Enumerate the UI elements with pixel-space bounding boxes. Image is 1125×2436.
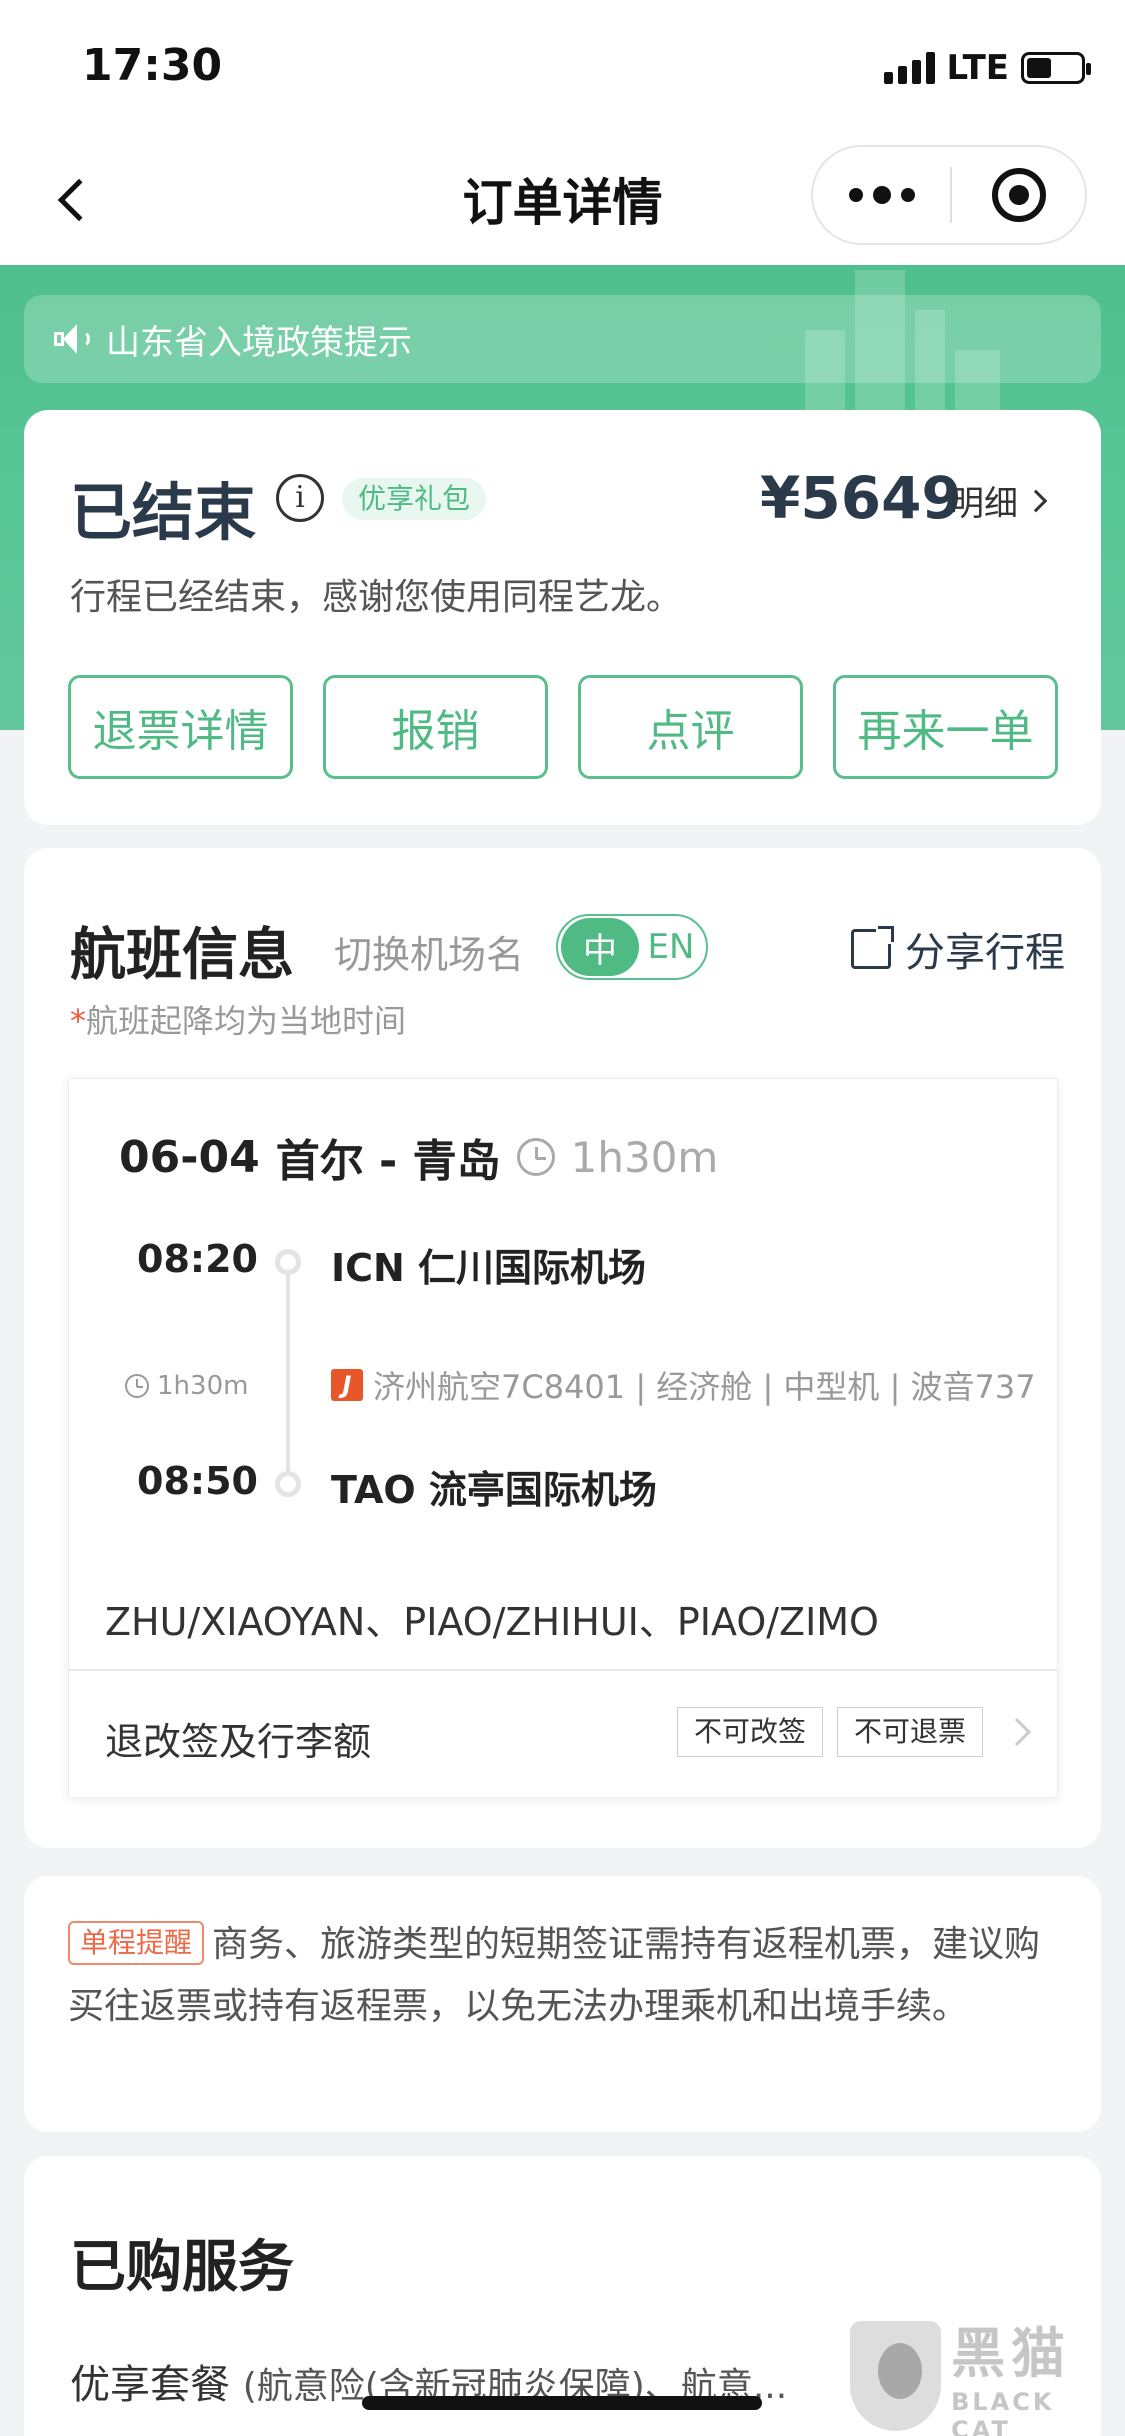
review-button[interactable]: 点评 (578, 675, 803, 779)
purchased-services-title: 已购服务 (70, 2235, 294, 2300)
flight-meta: J 济州航空7C8401 | 经济舱 | 中型机 | 波音737 (331, 1362, 1036, 1408)
battery-icon (1021, 52, 1091, 84)
rules-row[interactable]: 不可改签 不可退票 (676, 1707, 1032, 1757)
segment-header: 06-04 首尔 - 青岛 1h30m (119, 1125, 718, 1189)
order-price: ¥5649 (760, 464, 962, 532)
refund-change-baggage-label[interactable]: 退改签及行李额 (105, 1711, 371, 1766)
cat-shield-icon (850, 2321, 942, 2431)
local-time-note: *航班起降均为当地时间 (70, 996, 406, 1042)
clock-icon (125, 1374, 149, 1398)
info-icon[interactable]: i (276, 474, 324, 522)
flight-duration-text: 1h30m (157, 1371, 249, 1401)
more-dots-icon (848, 188, 863, 202)
watermark-logo: 黑猫 BLACK CAT (850, 2320, 1110, 2436)
status-bar: 17:30 LTE (0, 0, 1125, 135)
flight-info-card: 航班信息 切换机场名 中 EN 分享行程 *航班起降均为当地时间 06-04 首… (24, 848, 1101, 1848)
departure-airport: ICN 仁川国际机场 (331, 1246, 647, 1290)
note-asterisk: * (70, 1002, 86, 1040)
reorder-button[interactable]: 再来一单 (833, 675, 1058, 779)
home-indicator[interactable] (362, 2396, 762, 2410)
passenger-names: ZHU/XIAOYAN、PIAO/ZHIHUI、PIAO/ZIMO (105, 1600, 879, 1644)
clock-icon (516, 1138, 555, 1176)
switch-airport-name-label: 切换机场名 (334, 933, 525, 977)
segment-duration: 1h30m (570, 1132, 719, 1182)
departure-node (275, 1249, 301, 1275)
nav-bar: 订单详情 (0, 135, 1125, 265)
one-way-reminder-card: 单程提醒 商务、旅游类型的短期签证需持有返程机票，建议购买往返票或持有返程票，以免… (24, 1876, 1101, 2132)
close-mini-program-button[interactable] (952, 147, 1085, 243)
speaker-icon (54, 322, 90, 356)
departure-time: 08:20 (137, 1237, 258, 1281)
airline-logo-icon: J (331, 1369, 363, 1401)
reimbursement-button[interactable]: 报销 (323, 675, 548, 779)
mini-program-capsule (811, 145, 1087, 245)
lang-option-zh[interactable]: 中 (561, 918, 639, 976)
timeline-line (286, 1254, 290, 1484)
share-icon (851, 926, 894, 969)
arrival-airport: TAO 流亭国际机场 (331, 1468, 657, 1512)
policy-notice-bar[interactable]: 山东省入境政策提示 (24, 295, 1101, 383)
no-change-tag: 不可改签 (676, 1707, 823, 1757)
target-icon (991, 168, 1046, 222)
watermark-cn: 黑猫 (951, 2321, 1072, 2385)
signal-icon (883, 52, 935, 84)
chevron-right-icon (1024, 489, 1048, 512)
flight-segment: 06-04 首尔 - 青岛 1h30m 08:20 ICN 仁川国际机场 1h3… (68, 1078, 1058, 1798)
price-detail-link[interactable]: 明细 (950, 476, 1048, 525)
chevron-right-icon (1002, 1717, 1032, 1747)
order-status-card: 已结束 i 优享礼包 ¥5649 明细 行程已经结束，感谢您使用同程艺龙。 退票… (24, 410, 1101, 825)
airport-language-toggle[interactable]: 中 EN (556, 914, 708, 980)
order-action-buttons: 退票详情 报销 点评 再来一单 (68, 675, 1058, 779)
flight-duration: 1h30m (125, 1371, 248, 1401)
watermark-en: BLACK CAT (951, 2387, 1055, 2436)
segment-date: 06-04 (119, 1131, 260, 1183)
order-status-title: 已结束 (70, 476, 257, 549)
reminder-body: 商务、旅游类型的短期签证需持有返程机票，建议购买往返票或持有返程票，以免无法办理… (68, 1924, 1041, 2027)
reminder-text: 单程提醒 商务、旅游类型的短期签证需持有返程机票，建议购买往返票或持有返程票，以免… (68, 1914, 1057, 2038)
package-badge: 优享礼包 (342, 478, 487, 520)
refund-detail-button[interactable]: 退票详情 (68, 675, 293, 779)
service-item-label: 优享套餐 (70, 2362, 230, 2408)
more-button[interactable] (813, 147, 950, 243)
local-time-note-text: 航班起降均为当地时间 (86, 1002, 407, 1040)
order-status-description: 行程已经结束，感谢您使用同程艺龙。 (70, 577, 683, 618)
no-refund-tag: 不可退票 (836, 1707, 983, 1757)
one-way-reminder-tag: 单程提醒 (68, 1921, 205, 1965)
lang-option-en[interactable]: EN (639, 927, 703, 967)
status-indicators: LTE (883, 48, 1091, 88)
share-trip-label: 分享行程 (905, 930, 1065, 976)
arrival-node (275, 1471, 301, 1497)
policy-notice-text: 山东省入境政策提示 (106, 322, 412, 363)
flight-info-title: 航班信息 (70, 923, 294, 988)
share-trip-button[interactable]: 分享行程 (851, 920, 1065, 978)
status-time: 17:30 (82, 40, 223, 91)
arrival-time: 08:50 (137, 1459, 258, 1503)
price-detail-label: 明细 (950, 484, 1018, 524)
segment-route: 首尔 - 青岛 (275, 1136, 501, 1187)
flight-meta-text: 济州航空7C8401 | 经济舱 | 中型机 | 波音737 (373, 1368, 1036, 1406)
network-label: LTE (946, 48, 1009, 88)
divider (69, 1669, 1057, 1671)
